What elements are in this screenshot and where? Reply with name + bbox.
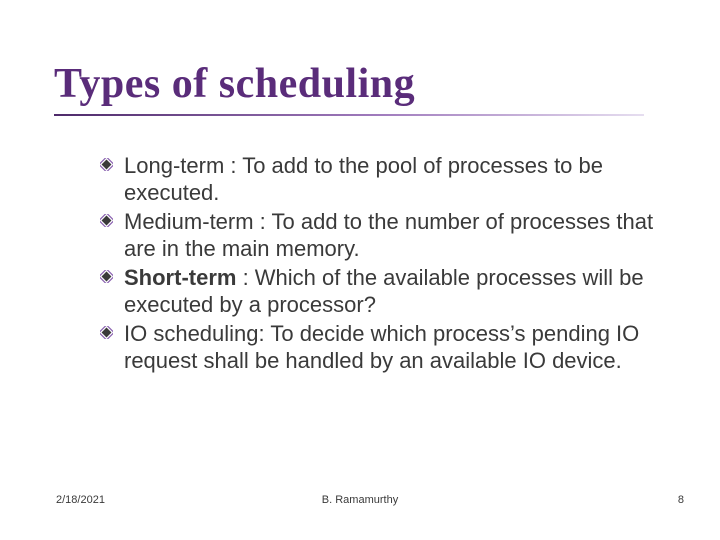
diamond-bullet-icon [100, 326, 113, 339]
footer-page-number: 8 [678, 494, 684, 506]
list-item: Long-term : To add to the pool of proces… [100, 152, 664, 206]
bullet-text: Long-term : To add to the pool of proces… [124, 153, 603, 205]
list-item: IO scheduling: To decide which process’s… [100, 320, 664, 374]
slide-title: Types of scheduling [54, 60, 720, 108]
list-item: Short-term : Which of the available proc… [100, 264, 664, 318]
bullet-list: Long-term : To add to the pool of proces… [100, 152, 664, 374]
body-area: Long-term : To add to the pool of proces… [0, 116, 720, 374]
bullet-text: IO scheduling: To decide which process’s… [124, 321, 639, 373]
bullet-text: Medium-term : To add to the number of pr… [124, 209, 653, 261]
diamond-bullet-icon [100, 158, 113, 171]
diamond-bullet-icon [100, 270, 113, 283]
list-item: Medium-term : To add to the number of pr… [100, 208, 664, 262]
title-area: Types of scheduling [0, 0, 720, 116]
footer-author: B. Ramamurthy [0, 494, 720, 506]
bullet-bold: Short-term [124, 265, 236, 290]
diamond-bullet-icon [100, 214, 113, 227]
slide: Types of scheduling Long-term : To add t… [0, 0, 720, 540]
